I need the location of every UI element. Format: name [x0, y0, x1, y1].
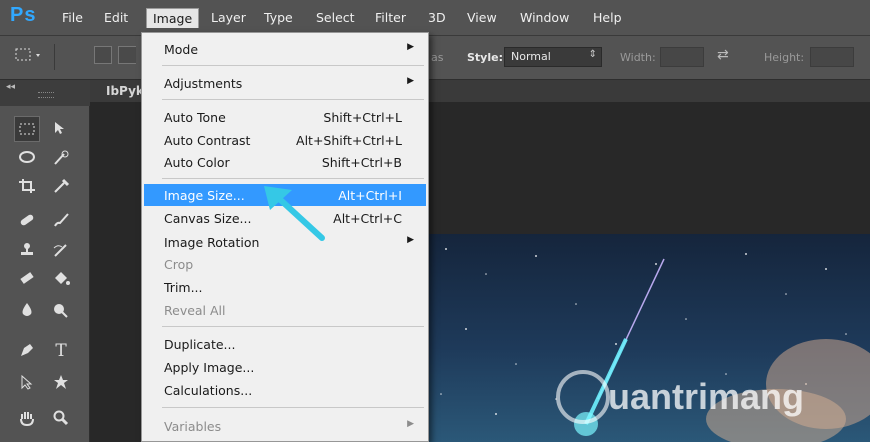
pen-tool[interactable]: [14, 338, 40, 364]
style-select[interactable]: Normal ⇕: [504, 47, 602, 67]
submenu-arrow-icon: ▶: [407, 235, 414, 245]
quick-selection-tool[interactable]: [48, 146, 74, 172]
menu-item-duplicate[interactable]: Duplicate...: [144, 333, 426, 355]
updown-arrows-icon: ⇕: [588, 49, 597, 60]
menu-view[interactable]: View: [467, 10, 497, 25]
collapse-panel-icon[interactable]: ◂◂: [6, 82, 15, 92]
options-bar: as Style: Normal ⇕ Width: ⇄ Height:: [0, 36, 870, 80]
menu-separator: [162, 65, 424, 66]
new-selection-button[interactable]: [94, 46, 112, 64]
type-tool[interactable]: T: [48, 338, 74, 364]
menu-item-auto-contrast[interactable]: Auto Contrast Alt+Shift+Ctrl+L: [144, 129, 426, 151]
highlight-arrow-icon: [264, 186, 325, 241]
blur-tool[interactable]: [14, 298, 40, 324]
toolbox-panel: ◂◂ T: [0, 80, 90, 442]
menu-help[interactable]: Help: [593, 10, 622, 25]
menu-item-trim[interactable]: Trim...: [144, 276, 426, 298]
menu-type[interactable]: Type: [264, 10, 293, 25]
watermark-text: uantrimang: [608, 376, 805, 417]
submenu-arrow-icon: ▶: [407, 42, 414, 52]
menu-separator: [162, 178, 424, 179]
menu-item-calculations[interactable]: Calculations...: [144, 379, 426, 401]
menu-item-shortcut: Shift+Ctrl+L: [323, 110, 402, 125]
menu-item-label: Calculations...: [164, 383, 253, 398]
add-selection-button[interactable]: [118, 46, 136, 64]
photoshop-logo: Ps: [10, 4, 37, 26]
menu-item-label: Adjustments: [164, 76, 243, 91]
hand-tool[interactable]: [14, 406, 40, 432]
custom-shape-tool[interactable]: [48, 370, 74, 396]
paint-bucket-tool[interactable]: [48, 266, 74, 292]
submenu-arrow-icon: ▶: [407, 76, 414, 86]
lasso-tool[interactable]: [14, 146, 40, 172]
eyedropper-tool[interactable]: [48, 174, 74, 200]
menu-bar: Ps File Edit Image Layer Type Select Fil…: [0, 0, 870, 36]
toolbox-header: ◂◂: [0, 80, 90, 106]
menu-item-label: Auto Color: [164, 155, 230, 170]
zoom-tool[interactable]: [48, 406, 74, 432]
menu-item-variables: Variables ▶: [144, 415, 426, 437]
night-sky-image: uantrimang: [426, 234, 870, 442]
document-tab[interactable]: IbPyk: [106, 84, 144, 98]
spot-healing-brush-tool[interactable]: [14, 208, 40, 234]
menu-separator: [162, 326, 424, 327]
height-input[interactable]: [810, 47, 854, 67]
submenu-arrow-icon: ▶: [407, 419, 414, 429]
menu-item-adjustments[interactable]: Adjustments ▶: [144, 72, 426, 94]
menu-separator: [162, 99, 424, 100]
marquee-preset-icon: [15, 48, 40, 61]
menu-item-label: Crop: [164, 257, 194, 272]
menu-item-shortcut: Shift+Ctrl+B: [321, 155, 402, 170]
menu-item-label: Image Rotation: [164, 235, 260, 250]
menu-item-label: Image Size...: [164, 188, 245, 203]
menu-item-label: Reveal All: [164, 303, 226, 318]
height-label: Height:: [764, 51, 805, 64]
width-label: Width:: [620, 51, 656, 64]
menu-separator: [162, 407, 424, 408]
move-tool[interactable]: [48, 116, 74, 142]
menu-3d[interactable]: 3D: [428, 10, 446, 25]
menu-layer[interactable]: Layer: [211, 10, 246, 25]
menu-item-label: Apply Image...: [164, 360, 255, 375]
menu-window[interactable]: Window: [520, 10, 569, 25]
history-brush-tool[interactable]: [48, 238, 74, 264]
style-select-value: Normal: [511, 50, 551, 63]
menu-image[interactable]: Image: [146, 8, 200, 28]
menu-item-label: Trim...: [164, 280, 203, 295]
menu-item-reveal-all: Reveal All: [144, 299, 426, 321]
menu-edit[interactable]: Edit: [104, 10, 128, 25]
brush-tool[interactable]: [48, 208, 74, 234]
menu-item-auto-color[interactable]: Auto Color Shift+Ctrl+B: [144, 151, 426, 173]
menu-item-label: Auto Contrast: [164, 133, 251, 148]
menu-item-label: Variables: [164, 419, 222, 434]
menu-item-auto-tone[interactable]: Auto Tone Shift+Ctrl+L: [144, 106, 426, 128]
rectangular-marquee-tool[interactable]: [14, 116, 40, 142]
menu-file[interactable]: File: [62, 10, 83, 25]
path-selection-tool[interactable]: [14, 370, 40, 396]
menu-item-crop: Crop: [144, 253, 426, 275]
menu-item-label: Mode: [164, 42, 199, 57]
panel-grip[interactable]: [38, 92, 54, 98]
menu-item-shortcut: Alt+Shift+Ctrl+L: [296, 133, 402, 148]
menu-item-label: Auto Tone: [164, 110, 226, 125]
antialias-label: as: [431, 51, 444, 64]
style-label: Style:: [467, 51, 503, 64]
menu-item-apply-image[interactable]: Apply Image...: [144, 356, 426, 378]
tool-preset-picker[interactable]: [12, 44, 55, 70]
menu-item-label: Duplicate...: [164, 337, 236, 352]
clone-stamp-tool[interactable]: [14, 238, 40, 264]
menu-select[interactable]: Select: [316, 10, 355, 25]
menu-item-mode[interactable]: Mode ▶: [144, 38, 426, 60]
menu-filter[interactable]: Filter: [375, 10, 406, 25]
swap-dimensions-icon[interactable]: ⇄: [717, 47, 729, 63]
watermark-logo: [556, 370, 610, 424]
crop-tool[interactable]: [14, 174, 40, 200]
dodge-tool[interactable]: [48, 298, 74, 324]
menu-item-label: Canvas Size...: [164, 211, 252, 226]
width-input[interactable]: [660, 47, 704, 67]
eraser-tool[interactable]: [14, 266, 40, 292]
